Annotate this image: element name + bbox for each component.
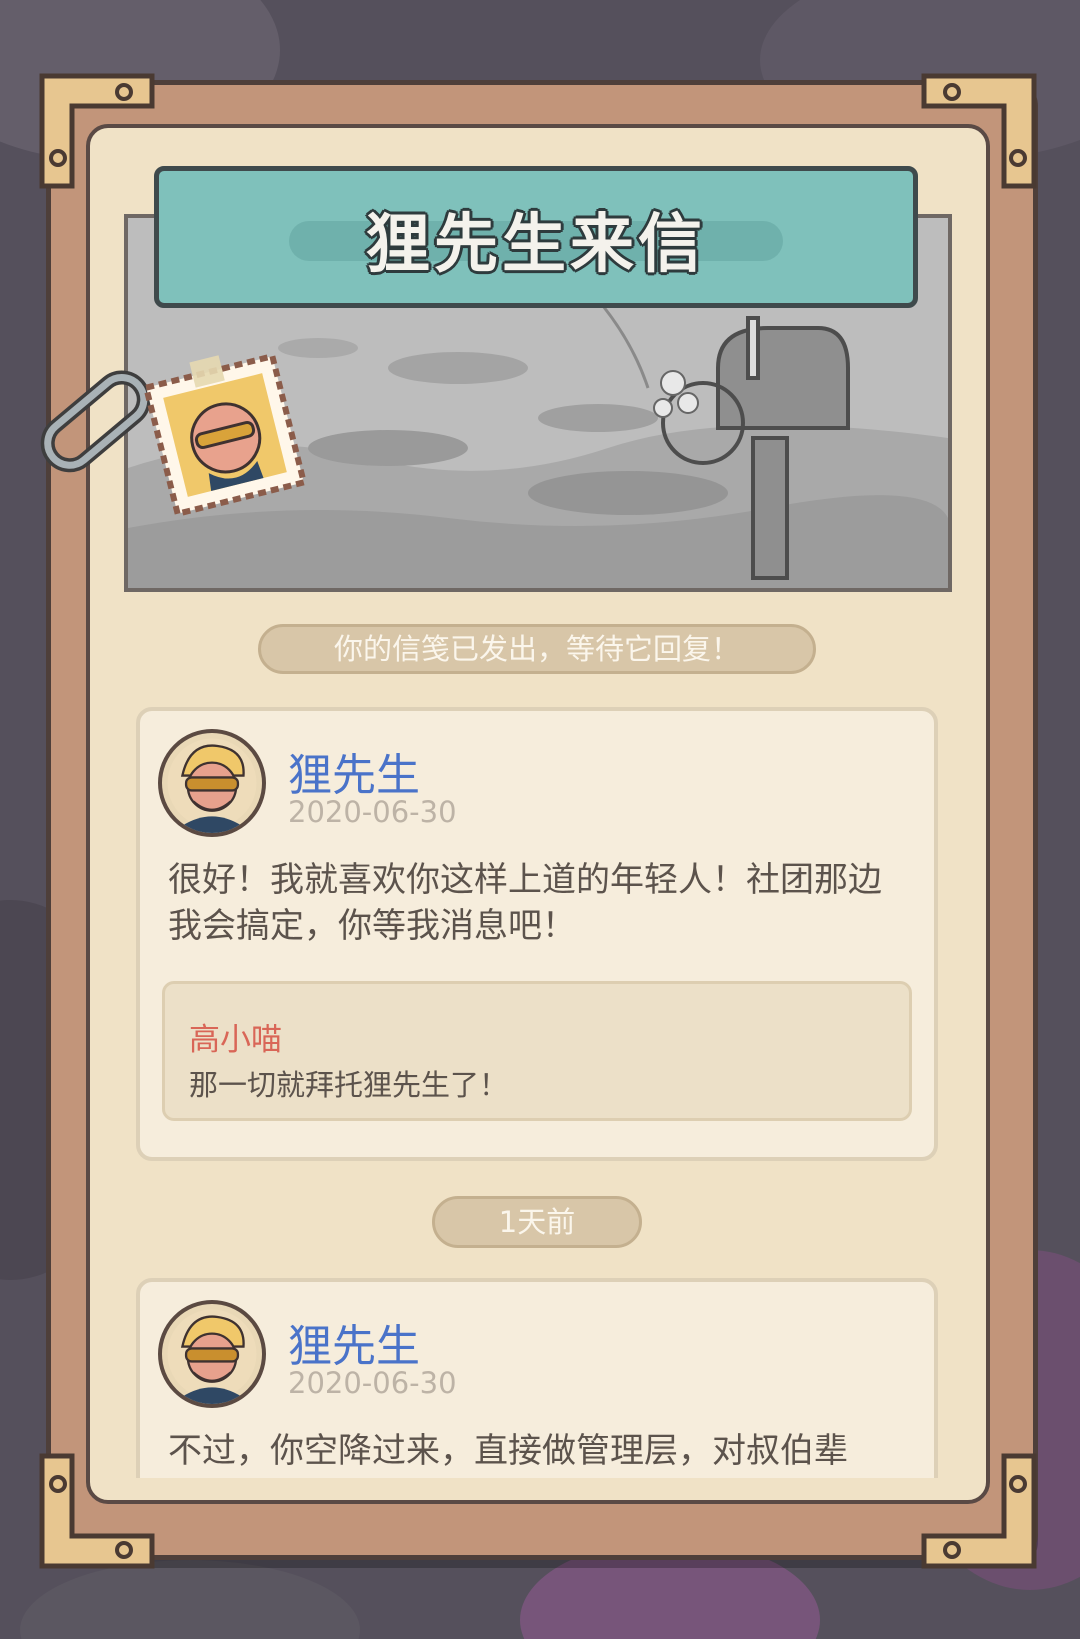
avatar — [158, 1300, 266, 1408]
message-date: 2020-06-30 — [288, 795, 457, 829]
page-title: 狸先生来信 — [366, 208, 706, 282]
corner-bracket — [920, 70, 1040, 190]
message-card: 狸先生 2020-06-30 很好！我就喜欢你这样上道的年轻人！社团那边我会搞定… — [136, 707, 938, 1161]
reply-box: 高小喵 那一切就拜托狸先生了！ — [162, 981, 912, 1121]
status-badge: 你的信笺已发出，等待它回复！ — [258, 624, 816, 674]
time-separator: 1天前 — [432, 1196, 642, 1248]
avatar-portrait-icon — [167, 738, 257, 833]
corner-bracket — [36, 70, 156, 190]
message-date: 2020-06-30 — [288, 1366, 457, 1400]
reply-sender-name: 高小喵 — [189, 1022, 282, 1058]
message-text: 不过，你空降过来，直接做管理层，对叔伯辈 — [168, 1431, 848, 1471]
stamp-portrait-icon — [140, 350, 310, 520]
avatar-portrait-icon — [167, 1309, 257, 1404]
corner-bracket — [36, 1452, 156, 1572]
sender-name: 狸先生 — [288, 750, 420, 801]
message-card: 狸先生 2020-06-30 不过，你空降过来，直接做管理层，对叔伯辈 — [136, 1278, 938, 1478]
sender-name: 狸先生 — [288, 1321, 420, 1372]
corner-bracket — [920, 1452, 1040, 1572]
title-plate: 狸先生来信 — [154, 166, 918, 308]
reply-text: 那一切就拜托狸先生了！ — [189, 1068, 509, 1102]
avatar — [158, 729, 266, 837]
message-text: 很好！我就喜欢你这样上道的年轻人！社团那边我会搞定，你等我消息吧！ — [168, 860, 882, 946]
scene-background: 狸先生来信 你的信笺已发出，等待它回复！ 狸先生 2020-06-30 很好！我… — [0, 0, 1080, 1639]
message-list-clip[interactable]: 狸先生 2020-06-30 不过，你空降过来，直接做管理层，对叔伯辈 — [86, 1270, 990, 1478]
